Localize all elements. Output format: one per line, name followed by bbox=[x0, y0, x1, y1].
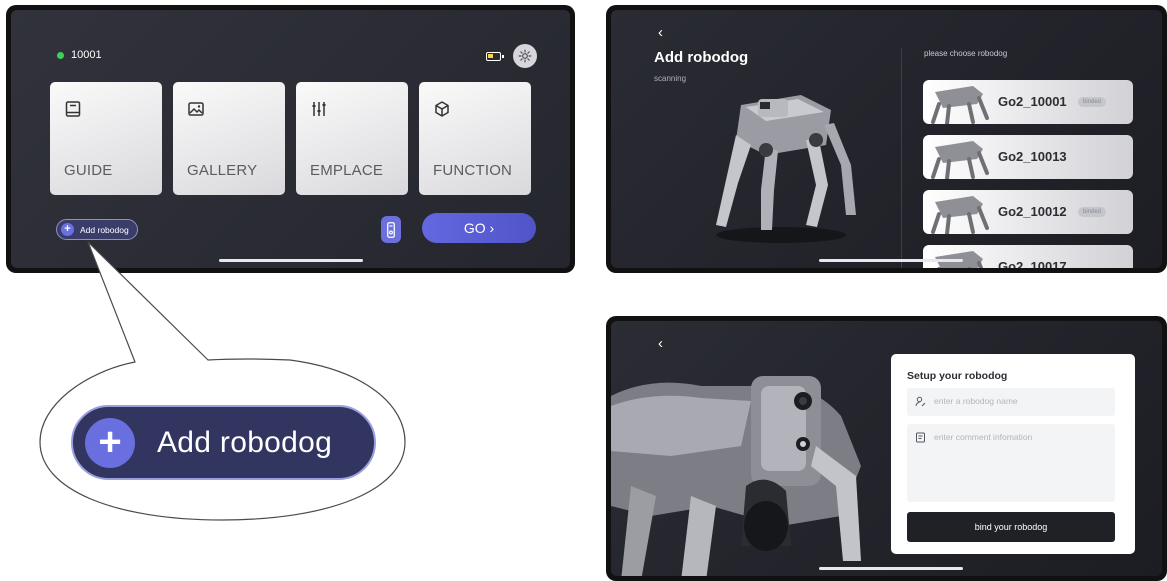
robodog-list-item[interactable]: Go2_10001 binded bbox=[923, 80, 1133, 124]
robodog-list-item[interactable]: Go2_10013 bbox=[923, 135, 1133, 179]
comment-placeholder: enter comment infomation bbox=[934, 432, 1033, 442]
robodog-name: Go2_10013 bbox=[998, 149, 1067, 164]
robodog-list-item[interactable]: Go2_10012 binded bbox=[923, 190, 1133, 234]
robodog-closeup-image bbox=[611, 376, 861, 576]
page-title: Add robodog bbox=[654, 49, 749, 66]
comment-field[interactable]: enter comment infomation bbox=[907, 424, 1115, 502]
user-edit-icon bbox=[915, 396, 926, 407]
robodog-name-field[interactable]: enter a robodog name bbox=[907, 388, 1115, 416]
zoomed-add-robodog-label: Add robodog bbox=[157, 425, 333, 459]
add-robodog-screen: ‹ Add robodog scanning please choose rob… bbox=[611, 10, 1162, 268]
home-indicator bbox=[819, 567, 963, 570]
robodog-image bbox=[716, 95, 856, 243]
robodog-thumbnail bbox=[931, 141, 989, 179]
robodog-name: Go2_10012 bbox=[998, 204, 1067, 219]
name-placeholder: enter a robodog name bbox=[934, 396, 1018, 406]
robodog-name: Go2_10017 bbox=[998, 259, 1067, 268]
robodog-thumbnail bbox=[931, 86, 989, 124]
robodog-name: Go2_10001 bbox=[998, 94, 1067, 109]
setup-form: Setup your robodog enter a robodog name … bbox=[891, 354, 1135, 554]
binded-badge: binded bbox=[1078, 207, 1107, 217]
robodog-thumbnail bbox=[931, 196, 989, 234]
panel-divider bbox=[901, 48, 902, 268]
robodog-list-item[interactable]: Go2_10017 bbox=[923, 245, 1133, 268]
add-robodog-screen-frame: ‹ Add robodog scanning please choose rob… bbox=[606, 5, 1167, 273]
back-button[interactable]: ‹ bbox=[658, 24, 663, 41]
bind-robodog-button[interactable]: bind your robodog bbox=[907, 512, 1115, 542]
list-heading: please choose robodog bbox=[924, 49, 1008, 58]
home-indicator bbox=[819, 259, 963, 262]
binded-badge: binded bbox=[1078, 97, 1107, 107]
note-icon bbox=[916, 432, 925, 443]
scan-status: scanning bbox=[654, 74, 687, 83]
plus-icon: + bbox=[85, 417, 135, 468]
robodog-thumbnail bbox=[935, 251, 984, 268]
robodog-list: Go2_10001 binded Go2_10013 Go2_10012 bin… bbox=[923, 80, 1133, 268]
form-title: Setup your robodog bbox=[907, 370, 1008, 382]
setup-robodog-screen: ‹ Setup your robodog enter a robodog nam… bbox=[611, 321, 1162, 576]
setup-robodog-screen-frame: ‹ Setup your robodog enter a robodog nam… bbox=[606, 316, 1167, 581]
zoomed-add-robodog-button: + Add robodog bbox=[71, 405, 376, 480]
